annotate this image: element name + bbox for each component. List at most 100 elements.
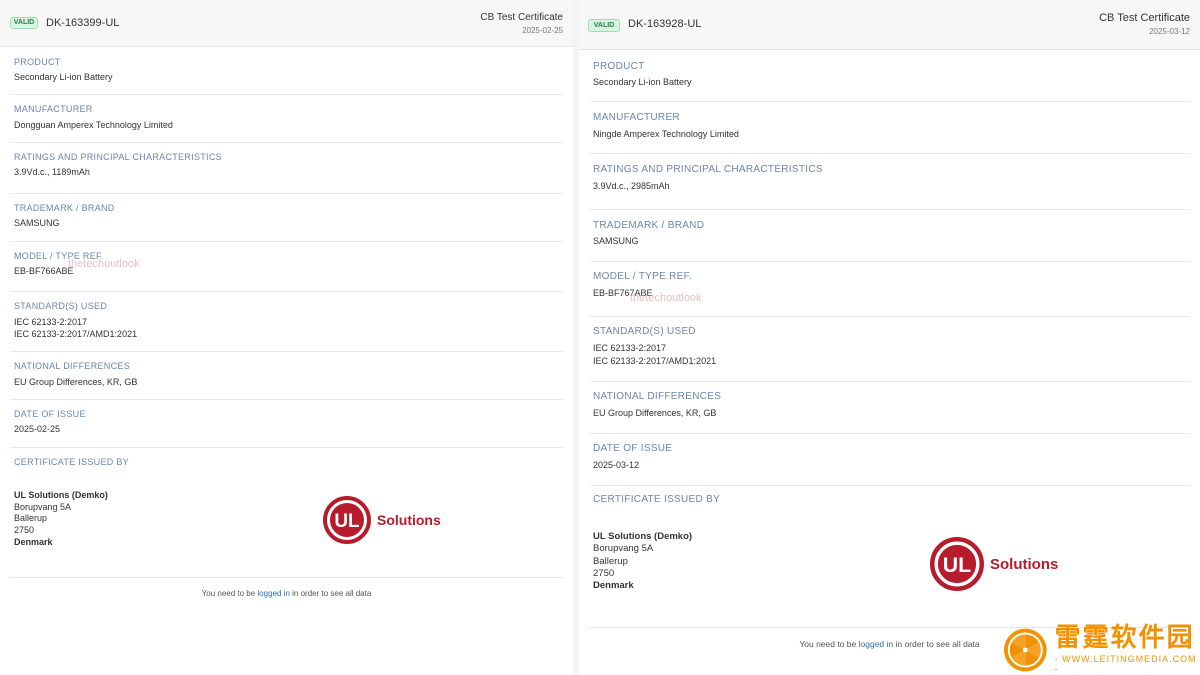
ul-mark-text: UL — [943, 553, 971, 577]
field-label: TRADEMARK / BRAND — [593, 220, 705, 231]
issuer-street: Borupvang 5A — [593, 543, 654, 555]
certificate-date: 2025-03-12 — [1149, 27, 1190, 36]
login-link[interactable]: logged in — [859, 639, 894, 649]
site-logo-text: 雷霆软件园 - WWW.LEITINGMEDIA.COM - — [1055, 625, 1200, 674]
field-manufacturer: MANUFACTURER Dongguan Amperex Technology… — [10, 95, 563, 143]
certificate-type: CB Test Certificate — [480, 12, 563, 23]
field-label: RATINGS AND PRINCIPAL CHARACTERISTICS — [593, 164, 823, 175]
field-value: 2025-02-25 — [14, 424, 61, 434]
orange-slice-icon — [1003, 628, 1047, 671]
field-national-differences: NATIONAL DIFFERENCES EU Group Difference… — [10, 352, 563, 400]
field-label: NATIONAL DIFFERENCES — [593, 391, 722, 402]
field-label: CERTIFICATE ISSUED BY — [14, 457, 129, 467]
field-date-of-issue: DATE OF ISSUE 2025-02-25 — [10, 400, 563, 448]
issuer-address: UL Solutions (Demko) Borupvang 5A Baller… — [593, 531, 692, 593]
field-value: SAMSUNG — [14, 218, 60, 228]
field-value: EU Group Differences, KR, GB — [593, 408, 717, 418]
field-value: Ningde Amperex Technology Limited — [593, 129, 739, 139]
field-label: MANUFACTURER — [14, 104, 93, 114]
certificate-panel-left: VALID DK-163399-UL CB Test Certificate 2… — [0, 0, 573, 675]
issuer-name: UL Solutions (Demko) — [593, 531, 693, 542]
field-product: PRODUCT Secondary Li-ion Battery — [10, 48, 563, 95]
site-logo-name: 雷霆软件园 — [1054, 623, 1195, 653]
field-value: IEC 62133-2:2017/AMD1:2021 — [14, 329, 138, 339]
login-suffix: in order to see all data — [289, 589, 372, 598]
issuer-street: Borupvang 5A — [14, 501, 72, 512]
ul-mark-text: UL — [334, 511, 360, 532]
certificate-id[interactable]: DK-163928-UL — [628, 18, 701, 30]
field-national-differences: NATIONAL DIFFERENCES EU Group Difference… — [589, 382, 1190, 434]
field-value: 2025-03-12 — [593, 460, 640, 470]
divider — [10, 577, 563, 578]
ul-mark-icon: UL — [323, 496, 371, 544]
ul-solutions-logo: UL Solutions — [323, 496, 441, 544]
certificate-panel-right: VALID DK-163928-UL CB Test Certificate 2… — [579, 0, 1200, 675]
ul-solutions-word: Solutions — [377, 512, 441, 528]
certificate-date: 2025-02-25 — [522, 26, 563, 35]
login-prefix: You need to be — [799, 639, 859, 649]
field-value: Secondary Li-ion Battery — [593, 77, 692, 87]
ul-mark-icon: UL — [930, 537, 984, 591]
field-label: PRODUCT — [593, 61, 645, 72]
site-logo-url: - WWW.LEITINGMEDIA.COM - — [1054, 654, 1197, 674]
watermark-text: thetechoutlook — [630, 292, 702, 304]
field-value: EU Group Differences, KR, GB — [14, 377, 138, 387]
field-label: RATINGS AND PRINCIPAL CHARACTERISTICS — [14, 152, 222, 162]
login-notice: You need to be logged in in order to see… — [0, 589, 573, 598]
certificate-type: CB Test Certificate — [1099, 12, 1190, 24]
issuer-country: Denmark — [14, 536, 53, 547]
status-badge: VALID — [588, 19, 620, 32]
field-value: 3.9Vd.c., 1189mAh — [14, 167, 90, 177]
watermark: thetechoutlook — [68, 258, 140, 270]
field-standards: STANDARD(S) USED IEC 62133-2:2017 IEC 62… — [10, 292, 563, 352]
field-date-of-issue: DATE OF ISSUE 2025-03-12 — [589, 434, 1190, 486]
field-model: MODEL / TYPE REF. EB-BF767ABE — [589, 262, 1190, 317]
ul-solutions-logo: UL Solutions — [930, 537, 1058, 591]
login-suffix: in order to see all data — [893, 639, 980, 649]
field-issued-by: CERTIFICATE ISSUED BY — [589, 486, 1190, 516]
field-brand: TRADEMARK / BRAND SAMSUNG — [589, 210, 1190, 262]
issuer-zip: 2750 — [14, 525, 35, 536]
issuer-address: UL Solutions (Demko) Borupvang 5A Baller… — [14, 490, 108, 548]
login-link[interactable]: logged in — [257, 589, 289, 598]
certificate-header: VALID DK-163928-UL CB Test Certificate 2… — [579, 0, 1200, 50]
ul-solutions-word: Solutions — [990, 555, 1059, 573]
certificate-id[interactable]: DK-163399-UL — [46, 17, 119, 29]
field-value: SAMSUNG — [593, 236, 639, 246]
field-value: Secondary Li-ion Battery — [14, 72, 113, 82]
field-label: CERTIFICATE ISSUED BY — [593, 494, 721, 505]
field-value: EB-BF766ABE — [14, 266, 74, 276]
login-prefix: You need to be — [201, 589, 258, 598]
field-label: MANUFACTURER — [593, 112, 680, 123]
field-value: IEC 62133-2:2017 — [14, 317, 88, 327]
field-product: PRODUCT Secondary Li-ion Battery — [589, 51, 1190, 102]
field-manufacturer: MANUFACTURER Ningde Amperex Technology L… — [589, 102, 1190, 154]
field-brand: TRADEMARK / BRAND SAMSUNG — [10, 194, 563, 242]
status-badge: VALID — [10, 17, 38, 29]
issuer-country: Denmark — [593, 580, 634, 592]
field-label: STANDARD(S) USED — [593, 326, 696, 337]
watermark-text: thetechoutlook — [68, 258, 140, 270]
field-label: STANDARD(S) USED — [14, 301, 108, 311]
certificate-header: VALID DK-163399-UL CB Test Certificate 2… — [0, 0, 573, 47]
field-value: 3.9Vd.c., 2985mAh — [593, 181, 670, 191]
field-label: DATE OF ISSUE — [593, 443, 673, 454]
issuer-city: Ballerup — [593, 555, 628, 567]
issuer-name: UL Solutions (Demko) — [14, 490, 108, 500]
field-label: DATE OF ISSUE — [14, 409, 86, 419]
field-issued-by: CERTIFICATE ISSUED BY — [10, 448, 563, 478]
field-label: PRODUCT — [14, 57, 61, 67]
site-logo: 雷霆软件园 - WWW.LEITINGMEDIA.COM - — [1002, 624, 1200, 675]
field-ratings: RATINGS AND PRINCIPAL CHARACTERISTICS 3.… — [10, 143, 563, 194]
field-standards: STANDARD(S) USED IEC 62133-2:2017 IEC 62… — [589, 317, 1190, 382]
field-label: MODEL / TYPE REF. — [593, 271, 693, 282]
field-label: NATIONAL DIFFERENCES — [14, 361, 131, 371]
watermark: thetechoutlook — [630, 292, 702, 304]
field-value: IEC 62133-2:2017/AMD1:2021 — [593, 356, 717, 366]
field-value: Dongguan Amperex Technology Limited — [14, 120, 173, 130]
field-value: IEC 62133-2:2017 — [593, 343, 667, 353]
issuer-city: Ballerup — [14, 513, 48, 524]
field-label: TRADEMARK / BRAND — [14, 203, 115, 213]
field-ratings: RATINGS AND PRINCIPAL CHARACTERISTICS 3.… — [589, 154, 1190, 210]
issuer-zip: 2750 — [593, 568, 615, 580]
